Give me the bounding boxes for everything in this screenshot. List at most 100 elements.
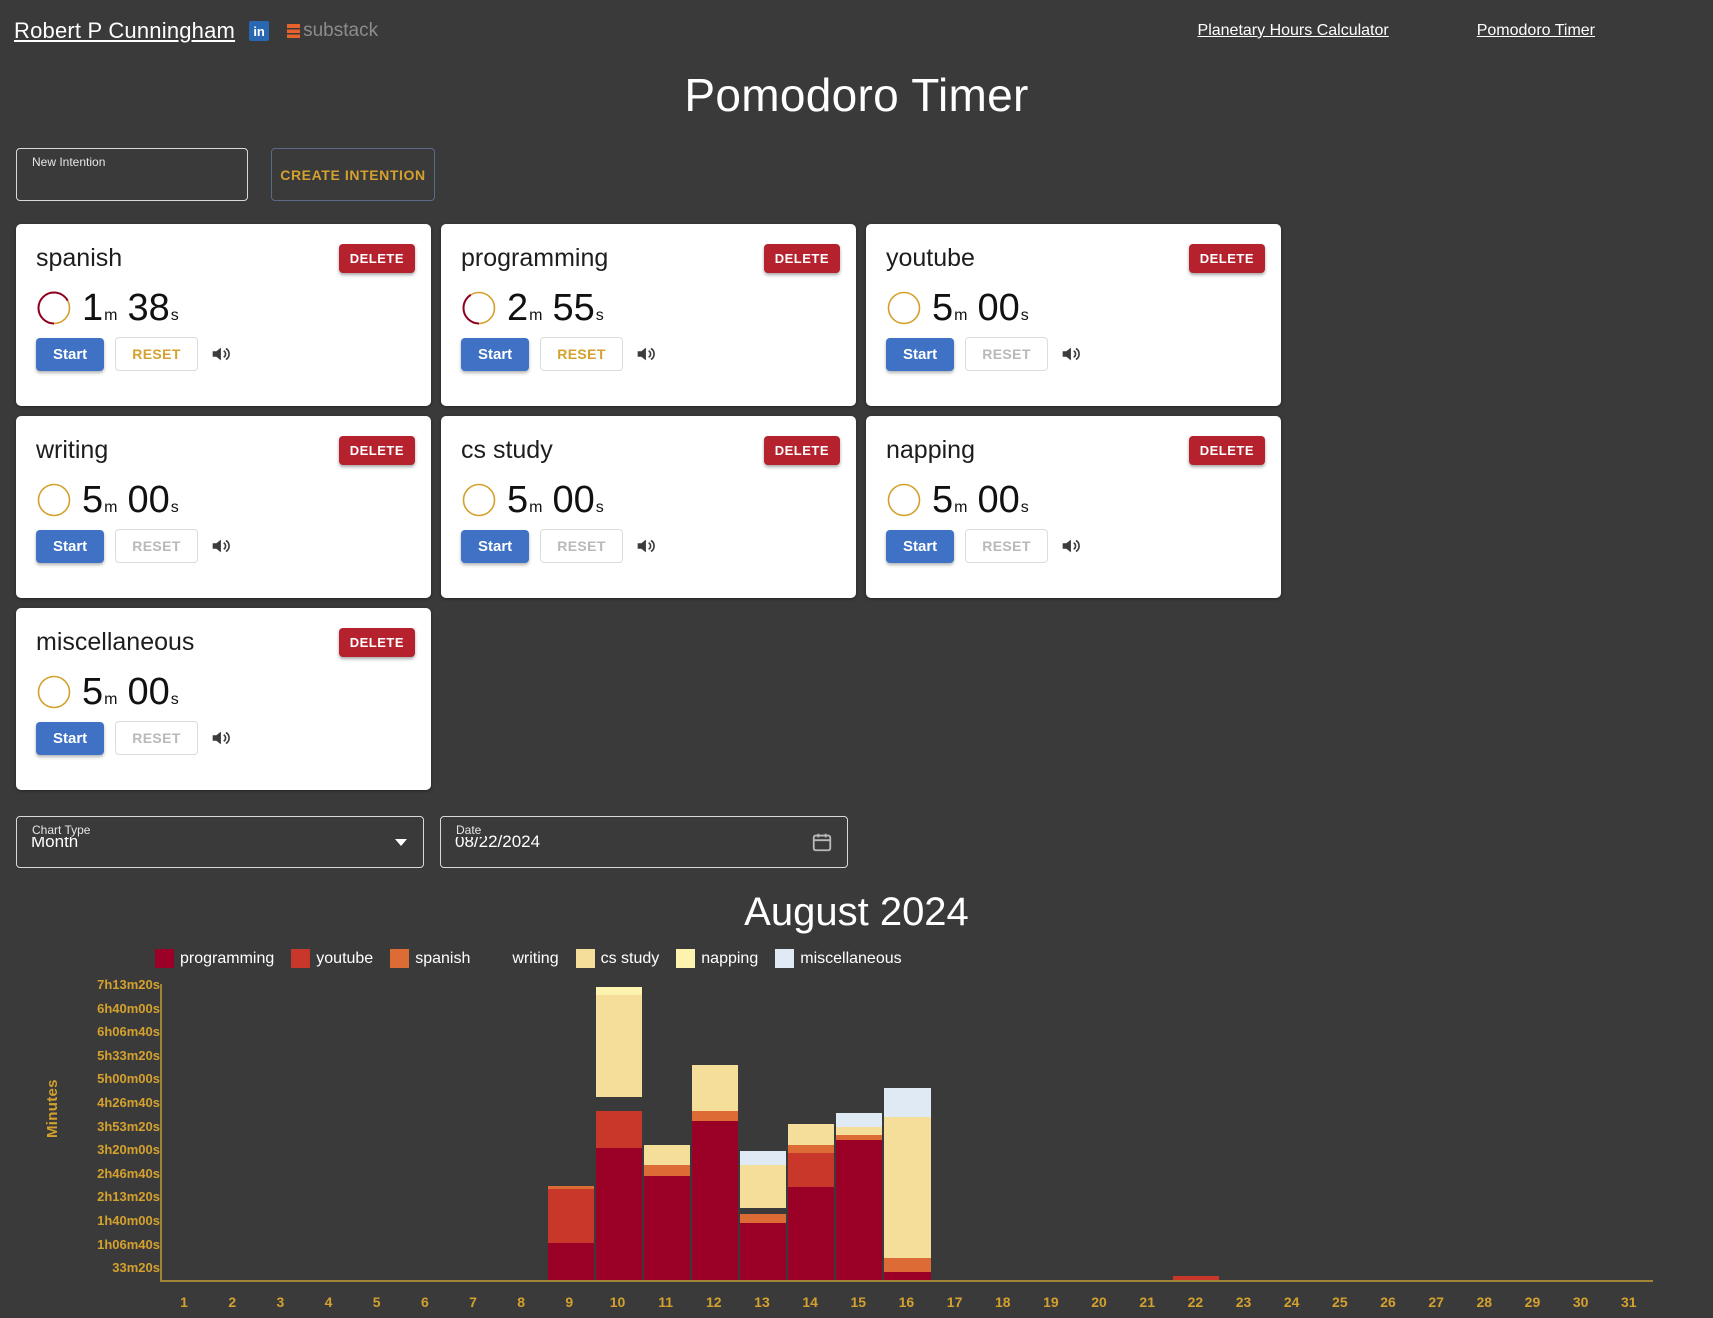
delete-button[interactable]: DELETE (338, 628, 415, 657)
date-field[interactable]: Date 08/22/2024 (440, 816, 848, 868)
legend-item[interactable]: spanish (390, 949, 470, 968)
legend-item[interactable]: cs study (575, 949, 659, 968)
delete-button[interactable]: DELETE (763, 244, 840, 273)
volume-icon[interactable] (209, 535, 231, 557)
bar-segment[interactable] (547, 1189, 594, 1243)
bar-slot[interactable] (692, 984, 739, 1280)
bar-slot[interactable] (1462, 984, 1508, 1280)
bar-slot[interactable] (595, 984, 642, 1280)
bar-segment[interactable] (788, 1145, 835, 1153)
start-button[interactable]: Start (36, 721, 105, 755)
bar-segment[interactable] (740, 1164, 787, 1208)
bar-slot[interactable] (788, 984, 835, 1280)
volume-icon[interactable] (1059, 535, 1081, 557)
bar-segment[interactable] (884, 1258, 931, 1273)
reset-button[interactable]: RESET (115, 529, 198, 563)
start-button[interactable]: Start (36, 529, 105, 563)
nav-planetary-hours-calculator[interactable]: Planetary Hours Calculator (1198, 22, 1389, 40)
bar-segment[interactable] (740, 1150, 787, 1165)
start-button[interactable]: Start (886, 337, 955, 371)
bar-segment[interactable] (1172, 1276, 1220, 1280)
calendar-icon[interactable] (811, 831, 833, 853)
bar-segment[interactable] (595, 1111, 642, 1149)
bar-segment[interactable] (788, 1124, 835, 1146)
bar-slot[interactable] (884, 984, 931, 1280)
bar-slot[interactable] (1269, 984, 1315, 1280)
bar-slot[interactable] (1077, 984, 1123, 1280)
bar-segment[interactable] (547, 1242, 594, 1280)
bar-slot[interactable] (1029, 984, 1075, 1280)
bar-segment[interactable] (788, 1186, 835, 1280)
reset-button[interactable]: RESET (115, 721, 198, 755)
volume-icon[interactable] (634, 535, 656, 557)
bar-segment[interactable] (836, 1112, 883, 1128)
bar-segment[interactable] (643, 1175, 691, 1280)
substack-link[interactable]: substack (287, 20, 378, 42)
bar-slot[interactable] (355, 984, 401, 1280)
bar-slot[interactable] (740, 984, 787, 1280)
bar-slot[interactable] (1365, 984, 1411, 1280)
bar-slot[interactable] (836, 984, 883, 1280)
reset-button[interactable]: RESET (540, 337, 623, 371)
bar-segment[interactable] (836, 1139, 883, 1280)
delete-button[interactable]: DELETE (338, 436, 415, 465)
reset-button[interactable]: RESET (965, 529, 1048, 563)
bar-slot[interactable] (1172, 984, 1220, 1280)
bar-slot[interactable] (1125, 984, 1171, 1280)
bar-slot[interactable] (1317, 984, 1363, 1280)
volume-icon[interactable] (634, 343, 656, 365)
bar-slot[interactable] (211, 984, 257, 1280)
bar-segment[interactable] (643, 1164, 691, 1176)
legend-item[interactable]: napping (676, 949, 758, 968)
bar-segment[interactable] (595, 987, 642, 995)
bar-segment[interactable] (643, 1145, 691, 1165)
bar-slot[interactable] (259, 984, 305, 1280)
delete-button[interactable]: DELETE (338, 244, 415, 273)
bar-segment[interactable] (595, 994, 642, 1097)
bar-slot[interactable] (452, 984, 498, 1280)
start-button[interactable]: Start (886, 529, 955, 563)
legend-item[interactable]: programming (155, 949, 274, 968)
reset-button[interactable]: RESET (540, 529, 623, 563)
volume-icon[interactable] (1059, 343, 1081, 365)
bar-slot[interactable] (403, 984, 449, 1280)
reset-button[interactable]: RESET (965, 337, 1048, 371)
create-intention-button[interactable]: CREATE INTENTION (271, 148, 435, 201)
bar-slot[interactable] (307, 984, 353, 1280)
delete-button[interactable]: DELETE (763, 436, 840, 465)
legend-item[interactable]: miscellaneous (775, 949, 902, 968)
bar-slot[interactable] (1221, 984, 1267, 1280)
bar-segment[interactable] (595, 1148, 642, 1280)
legend-item[interactable]: writing (487, 949, 558, 968)
reset-button[interactable]: RESET (115, 337, 198, 371)
bar-segment[interactable] (740, 1223, 787, 1280)
bar-slot[interactable] (1510, 984, 1556, 1280)
bar-segment[interactable] (884, 1272, 931, 1280)
delete-button[interactable]: DELETE (1188, 436, 1265, 465)
bar-slot[interactable] (981, 984, 1027, 1280)
brand-link[interactable]: Robert P Cunningham (14, 18, 235, 44)
bar-slot[interactable] (1413, 984, 1459, 1280)
linkedin-icon[interactable]: in (249, 21, 270, 41)
bar-slot[interactable] (1606, 984, 1652, 1280)
volume-icon[interactable] (209, 727, 231, 749)
bar-slot[interactable] (500, 984, 546, 1280)
bar-segment[interactable] (692, 1121, 739, 1280)
start-button[interactable]: Start (461, 337, 530, 371)
bar-segment[interactable] (692, 1111, 739, 1122)
bar-slot[interactable] (547, 984, 594, 1280)
start-button[interactable]: Start (36, 337, 105, 371)
nav-pomodoro-timer[interactable]: Pomodoro Timer (1477, 22, 1595, 40)
bar-segment[interactable] (884, 1116, 931, 1259)
delete-button[interactable]: DELETE (1188, 244, 1265, 273)
start-button[interactable]: Start (461, 529, 530, 563)
bar-segment[interactable] (596, 1097, 642, 1111)
bar-segment[interactable] (836, 1127, 883, 1135)
bar-slot[interactable] (933, 984, 979, 1280)
bar-slot[interactable] (643, 984, 691, 1280)
bar-segment[interactable] (788, 1152, 835, 1187)
bar-slot[interactable] (1558, 984, 1604, 1280)
volume-icon[interactable] (209, 343, 231, 365)
bar-segment[interactable] (740, 1214, 787, 1223)
bar-segment[interactable] (692, 1065, 739, 1112)
